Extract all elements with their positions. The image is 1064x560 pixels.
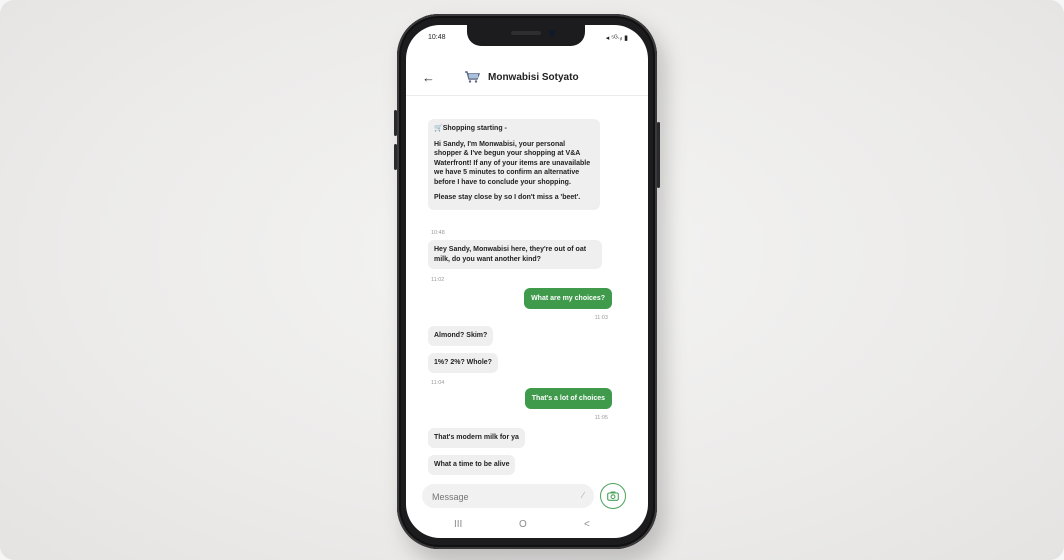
notch [467,25,585,46]
background: 10:48 ◂ ⁵ᴳ·ᵢₗ ▮ ← Monwabisi Sotyato 🛒Sho… [0,0,1064,560]
message-footer: Please stay close by so I don't miss a '… [434,194,581,201]
message-timestamp: 10:48 [431,230,445,236]
message-list[interactable]: 🛒Shopping starting - Hi Sandy, I'm Monwa… [406,97,648,477]
back-nav-button[interactable]: < [584,519,590,530]
message-bubble-outgoing: What are my choices? [524,288,612,309]
camera-icon [606,491,619,501]
cart-small-icon: 🛒 [434,125,443,132]
speaker [511,31,541,35]
home-button[interactable]: O [519,519,527,530]
system-nav-bar: III O < [406,519,648,538]
message-input[interactable] [430,488,564,506]
phone-screen: 10:48 ◂ ⁵ᴳ·ᵢₗ ▮ ← Monwabisi Sotyato 🛒Sho… [406,25,648,538]
phone-device: 10:48 ◂ ⁵ᴳ·ᵢₗ ▮ ← Monwabisi Sotyato 🛒Sho… [394,14,660,549]
message-bubble-incoming: Hey Sandy, Monwabisi here, they're out o… [428,240,602,269]
message-bubble-outgoing: That's a lot of choices [524,388,612,409]
message-bubble-incoming: 1%? 2%? Whole? [428,353,498,373]
paperclip-icon[interactable]: ∕ [582,490,584,500]
recents-button[interactable]: III [454,519,462,530]
message-bubble-incoming: That's modern milk for ya [428,428,525,448]
arrow-left-icon[interactable]: ← [422,70,435,85]
message-bubble-incoming: Almond? Skim? [428,326,494,346]
message-bubble-incoming: 🛒Shopping starting - Hi Sandy, I'm Monwa… [428,119,600,210]
message-body: Hi Sandy, I'm Monwabisi, your personal s… [434,140,591,186]
shopping-cart-icon [465,71,480,83]
chat-header: ← Monwabisi Sotyato [406,63,648,96]
message-composer: ∕ [422,484,594,508]
contact-name[interactable]: Monwabisi Sotyato [488,72,579,83]
status-indicators: ◂ ⁵ᴳ·ᵢₗ ▮ [605,35,628,42]
power-button [657,122,660,188]
message-timestamp: 11:03 [594,315,608,321]
front-camera [549,30,555,36]
message-timestamp: 11:05 [594,415,608,421]
message-title-row: 🛒Shopping starting - [434,124,594,134]
message-title: Shopping starting - [442,125,507,132]
volume-down-button [394,144,397,170]
message-timestamp: 11:02 [431,277,445,283]
camera-button[interactable] [600,483,626,509]
volume-up-button [394,110,397,136]
message-bubble-incoming: What a time to be alive [428,455,516,475]
status-time: 10:48 [428,34,446,41]
message-timestamp: 11:04 [431,380,445,386]
